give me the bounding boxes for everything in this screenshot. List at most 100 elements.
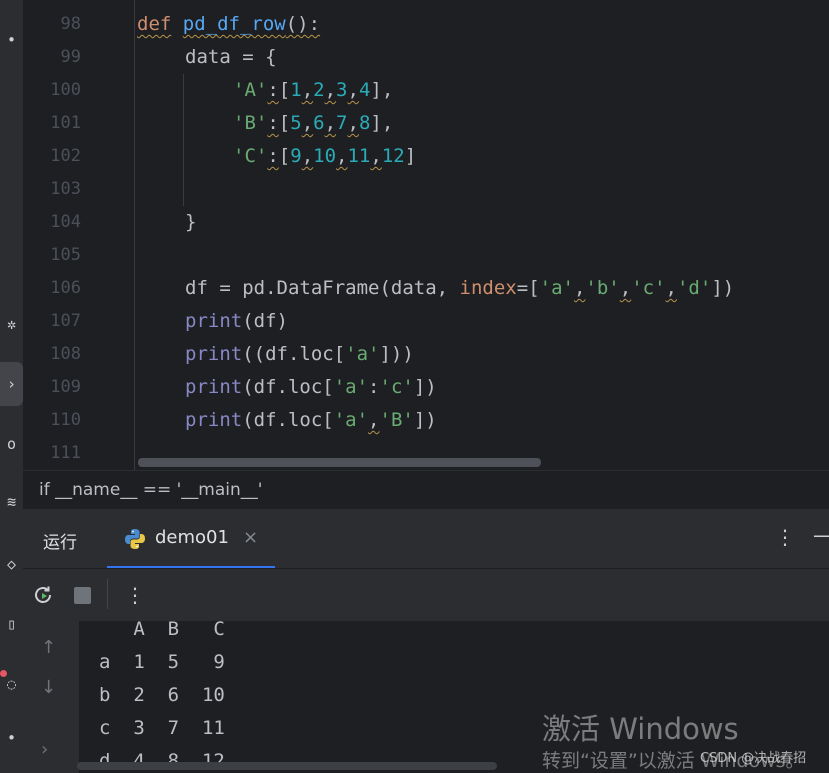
scroll-down-icon[interactable]: ↓ [41,677,56,698]
string-token: 'b' [585,277,620,299]
activate-windows-watermark: 激活 Windows [542,712,739,746]
number-token: 3 [336,79,348,101]
string-token: 'c' [631,277,666,299]
code-line: } [185,211,197,233]
number-token: 1 [290,79,302,101]
keyword-token: def [137,13,172,35]
editor-horizontal-scrollbar[interactable] [138,458,541,467]
number-token: 10 [313,145,337,167]
more-options-icon[interactable]: ⋮ [125,583,145,607]
builtin-token: print [185,376,243,398]
builtin-token: print [185,409,243,431]
terminal-icon[interactable]: ▯ [0,612,23,636]
python-packages-icon[interactable]: ≋ [0,490,23,514]
code-token: ])) [379,343,414,365]
more-options-icon[interactable]: ⋮ [775,525,795,549]
tool-window-strip: • ✲ › o ≋ ◇ ▯ ◌ • [0,0,23,773]
code-token: ]) [711,277,735,299]
string-token: 'a' [333,376,369,398]
code-line: print(df.loc['a':'c']) [185,371,437,404]
code-token: [ [278,112,291,134]
builtin-token: print [185,343,243,365]
number-token: 5 [290,112,302,134]
code-token: [ [278,79,291,101]
services-icon[interactable]: ◇ [0,552,23,576]
code-token: ]) [413,376,437,398]
code-token: ]) [413,409,437,431]
number-token: 4 [358,79,371,101]
string-token: 'A' [233,79,268,101]
string-token: 'B' [379,409,414,431]
string-token: 'c' [379,376,414,398]
tab-demo01[interactable]: demo01 × [107,509,275,569]
code-token: [ [278,145,291,167]
rerun-icon[interactable] [31,583,55,607]
console-horizontal-scrollbar[interactable] [77,762,497,770]
breadcrumb[interactable]: if __name__ == '__main__' [39,480,262,500]
console-line: b 2 6 10 [99,684,225,706]
code-line: print(df) [185,305,288,338]
code-line: print(df.loc['a','B']) [185,404,437,437]
code-area[interactable]: def pd_df_row(): data = { 'A':[1,2,3,4],… [23,0,829,470]
code-token: (): [285,13,321,35]
code-token: : [267,112,279,134]
string-token: 'a' [333,409,369,431]
code-token: ((df.loc[ [242,343,346,365]
code-token: : [267,79,279,101]
number-token: 9 [290,145,302,167]
run-panel-title: 运行 [43,533,77,553]
number-token: 11 [347,145,371,167]
git-icon[interactable]: • [0,726,23,750]
code-token: (df) [242,310,288,332]
number-token: 2 [313,79,325,101]
expand-icon[interactable]: › [41,739,48,760]
notification-dot-icon [0,670,7,677]
string-token: 'd' [676,277,712,299]
code-line: def pd_df_row(): [137,8,320,41]
run-panel-header: 运行 demo01 × ⋮ — [23,508,829,569]
string-token: 'a' [539,277,574,299]
string-token: 'B' [233,112,268,134]
code-line: 'A':[1,2,3,4], [233,79,394,101]
console-line: c 3 7 11 [99,717,225,739]
breadcrumb-bar: if __name__ == '__main__' [23,470,829,509]
code-line: 'B':[5,6,7,8], [233,112,394,134]
csdn-watermark: CSDN @决战春招 [700,751,807,766]
builtin-token: print [185,310,243,332]
number-token: 8 [358,112,371,134]
code-line: 'C':[9,10,11,12] [233,145,417,167]
console-line: A B C [99,621,225,640]
debug-icon[interactable]: o [0,432,23,456]
dot-icon[interactable]: • [0,28,23,52]
close-icon[interactable]: × [243,527,258,548]
run-toolbar: ⋮ [23,568,829,622]
string-token: 'a' [345,343,380,365]
number-token: 12 [381,145,405,167]
code-token: =[ [516,277,540,299]
code-editor[interactable]: 98 99 100 101 102 103 104 105 106 107 10… [23,0,829,470]
scroll-up-icon[interactable]: ↑ [41,637,56,658]
code-token: df = pd.DataFrame(data, [185,277,460,299]
code-token: : [267,145,279,167]
code-token: (df.loc[ [242,409,334,431]
python-icon [125,529,145,549]
console-line: a 1 5 9 [99,651,225,673]
stop-icon[interactable] [74,587,91,604]
function-name: pd_df_row [182,13,286,35]
code-token: (df.loc[ [242,376,334,398]
number-token: 6 [313,112,325,134]
run-tool-icon[interactable]: › [0,362,23,406]
code-token: , [368,409,380,431]
structure-icon[interactable]: ✲ [0,312,23,336]
string-token: 'C' [233,145,268,167]
param-token: index [459,277,517,299]
code-line: data = { [185,46,277,68]
code-token: ] [404,145,417,167]
code-token: ], [370,79,394,101]
minimize-icon[interactable]: — [813,523,829,547]
code-token: : [368,376,380,398]
code-line: df = pd.DataFrame(data, index=['a','b','… [185,277,735,299]
console-side-toolbar: ↑ ↓ › [23,621,79,773]
code-token: ], [370,112,394,134]
tab-label: demo01 [155,527,229,548]
